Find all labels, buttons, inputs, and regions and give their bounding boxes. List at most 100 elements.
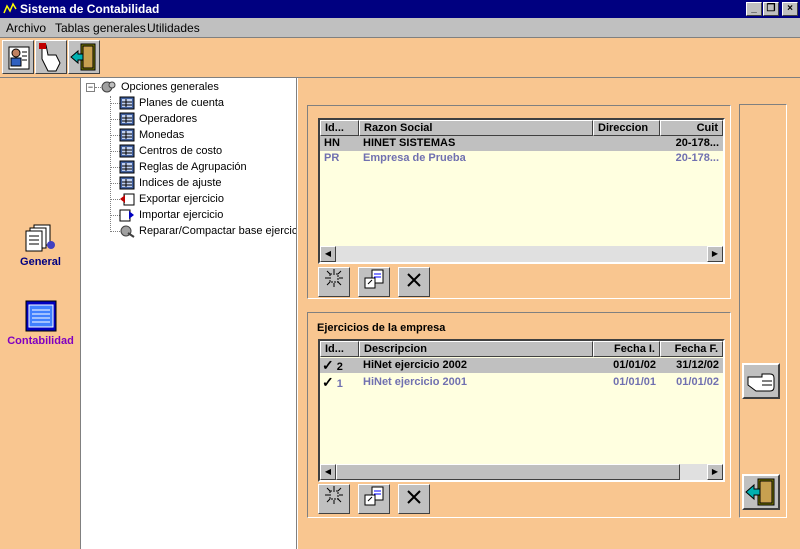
exit-panel-button[interactable] <box>742 474 780 510</box>
tree-collapse-toggle[interactable]: − <box>86 83 95 92</box>
menu-archivo[interactable]: Archivo <box>6 21 46 35</box>
delete-ejercicio-button[interactable] <box>398 484 430 514</box>
tree-item-label: Indices de ajuste <box>139 177 222 189</box>
cell-fecha-f: 31/12/02 <box>676 359 719 371</box>
table-row[interactable]: ✓ 2 HiNet ejercicio 2002 01/01/02 31/12/… <box>320 358 723 373</box>
right-action-panel <box>739 104 787 518</box>
users-icon <box>8 46 30 70</box>
tree-root[interactable]: Opciones generales <box>101 79 219 95</box>
horizontal-scrollbar[interactable]: ◀ ▶ <box>320 246 723 262</box>
cell-cuit: 20-178... <box>675 137 719 149</box>
tree-item-label: Importar ejercicio <box>139 209 224 221</box>
cell-cuit: 20-178... <box>675 152 719 164</box>
menu-bar: Archivo Tablas generales Utilidades <box>0 18 800 38</box>
cell-direccion <box>593 151 660 166</box>
scroll-left-button[interactable]: ◀ <box>320 464 336 480</box>
ejercicios-grid-header: Id... Descripcion Fecha I. Fecha F. <box>320 341 723 357</box>
open-document-icon <box>364 486 384 506</box>
col-fecha-f[interactable]: Fecha F. <box>660 341 723 357</box>
pointing-hand-icon <box>747 373 775 392</box>
col-descripcion[interactable]: Descripcion <box>359 341 593 357</box>
table-row[interactable]: ✓ 1 HiNet ejercicio 2001 01/01/01 01/01/… <box>320 375 723 390</box>
tree-item-reglas-de-agrupacion[interactable]: Reglas de Agrupación <box>119 159 247 175</box>
cell-id: PR <box>324 152 340 164</box>
scroll-right-button[interactable]: ▶ <box>707 464 723 480</box>
tree-item-label: Reparar/Compactar base ejercic <box>139 225 297 237</box>
cell-id: HN <box>324 137 340 149</box>
tree-item-label: Operadores <box>139 113 198 125</box>
grid-icon <box>119 96 135 110</box>
ejercicios-grid[interactable]: Id... Descripcion Fecha I. Fecha F. ✓ 2 … <box>318 339 725 482</box>
table-row[interactable]: HN HINET SISTEMAS 20-178... <box>320 136 723 151</box>
empresas-group: Id... Razon Social Direccion Cuit HN HIN… <box>307 105 731 299</box>
tree-item-exportar-ejercicio[interactable]: Exportar ejercicio <box>119 191 224 207</box>
tree-item-importar-ejercicio[interactable]: Importar ejercicio <box>119 207 223 223</box>
cell-razon: Empresa de Prueba <box>363 152 466 164</box>
empresas-grid-header: Id... Razon Social Direccion Cuit <box>320 120 723 136</box>
exit-door-icon <box>745 478 775 506</box>
minimize-button[interactable]: _ <box>746 2 762 16</box>
repair-icon <box>120 225 135 238</box>
tree-item-operadores[interactable]: Operadores <box>119 111 197 127</box>
cell-id-value: 1 <box>336 378 343 390</box>
options-tree: − Opciones generales Planes de cuenta Ope… <box>81 78 297 549</box>
col-fecha-i[interactable]: Fecha I. <box>593 341 660 357</box>
tree-item-planes-de-cuenta[interactable]: Planes de cuenta <box>119 95 224 111</box>
cell-fecha-i: 01/01/02 <box>613 359 656 371</box>
col-id[interactable]: Id... <box>320 120 359 136</box>
horizontal-scrollbar[interactable]: ◀ ▶ <box>320 464 723 480</box>
scroll-thumb[interactable] <box>336 464 680 480</box>
table-row[interactable]: PR Empresa de Prueba 20-178... <box>320 151 723 166</box>
grid-icon <box>119 176 135 190</box>
ledger-window-icon <box>25 300 56 332</box>
empresas-grid[interactable]: Id... Razon Social Direccion Cuit HN HIN… <box>318 118 725 264</box>
tree-item-reparar-compactar-base-ejercic[interactable]: Reparar/Compactar base ejercic <box>119 223 297 239</box>
select-button[interactable] <box>35 40 67 74</box>
sidebar-item-general[interactable]: General <box>0 223 81 268</box>
users-button[interactable] <box>2 40 34 74</box>
tree-item-label: Exportar ejercicio <box>139 193 224 205</box>
toolbar <box>0 38 800 78</box>
check-icon: ✓ <box>322 375 334 390</box>
select-ejercicio-button[interactable] <box>742 363 780 399</box>
tree-item-centros-de-costo[interactable]: Centros de costo <box>119 143 222 159</box>
main-panel: Id... Razon Social Direccion Cuit HN HIN… <box>297 78 800 549</box>
window-title: Sistema de Contabilidad <box>20 2 160 16</box>
cell-descripcion: HiNet ejercicio 2001 <box>363 376 467 388</box>
cell-id: ✓ 1 <box>320 375 359 390</box>
delete-x-icon <box>407 273 421 287</box>
col-id[interactable]: Id... <box>320 341 359 357</box>
new-empresa-button[interactable] <box>318 267 350 297</box>
new-sparkle-icon <box>325 486 343 504</box>
open-empresa-button[interactable] <box>358 267 390 297</box>
ejercicios-group: Ejercicios de la empresa Id... Descripci… <box>307 312 731 518</box>
tree-item-indices-de-ajuste[interactable]: Indices de ajuste <box>119 175 222 191</box>
documents-stack-icon <box>25 224 55 252</box>
cell-id-value: 2 <box>336 361 343 373</box>
grid-icon <box>119 144 135 158</box>
gears-icon <box>101 81 116 93</box>
sidebar-item-contabilidad[interactable]: Contabilidad <box>0 300 81 347</box>
exit-button[interactable] <box>68 40 100 74</box>
new-ejercicio-button[interactable] <box>318 484 350 514</box>
col-direccion[interactable]: Direccion <box>593 120 660 136</box>
col-cuit[interactable]: Cuit <box>660 120 723 136</box>
col-razon-social[interactable]: Razon Social <box>359 120 593 136</box>
cell-fecha-f: 01/01/02 <box>676 376 719 388</box>
new-sparkle-icon <box>325 269 343 287</box>
restore-button[interactable]: ❐ <box>763 2 779 16</box>
open-ejercicio-button[interactable] <box>358 484 390 514</box>
scroll-left-button[interactable]: ◀ <box>320 246 336 262</box>
tree-item-label: Planes de cuenta <box>139 97 225 109</box>
export-icon <box>120 193 135 206</box>
scroll-right-button[interactable]: ▶ <box>707 246 723 262</box>
menu-tablas-generales[interactable]: Tablas generales <box>55 21 146 35</box>
grid-icon <box>119 160 135 174</box>
hand-pointer-icon <box>39 43 61 72</box>
exit-door-icon <box>70 43 96 71</box>
tree-item-monedas[interactable]: Monedas <box>119 127 184 143</box>
close-button[interactable]: × <box>782 2 798 16</box>
tree-item-label: Centros de costo <box>139 145 223 157</box>
menu-utilidades[interactable]: Utilidades <box>147 21 200 35</box>
delete-empresa-button[interactable] <box>398 267 430 297</box>
